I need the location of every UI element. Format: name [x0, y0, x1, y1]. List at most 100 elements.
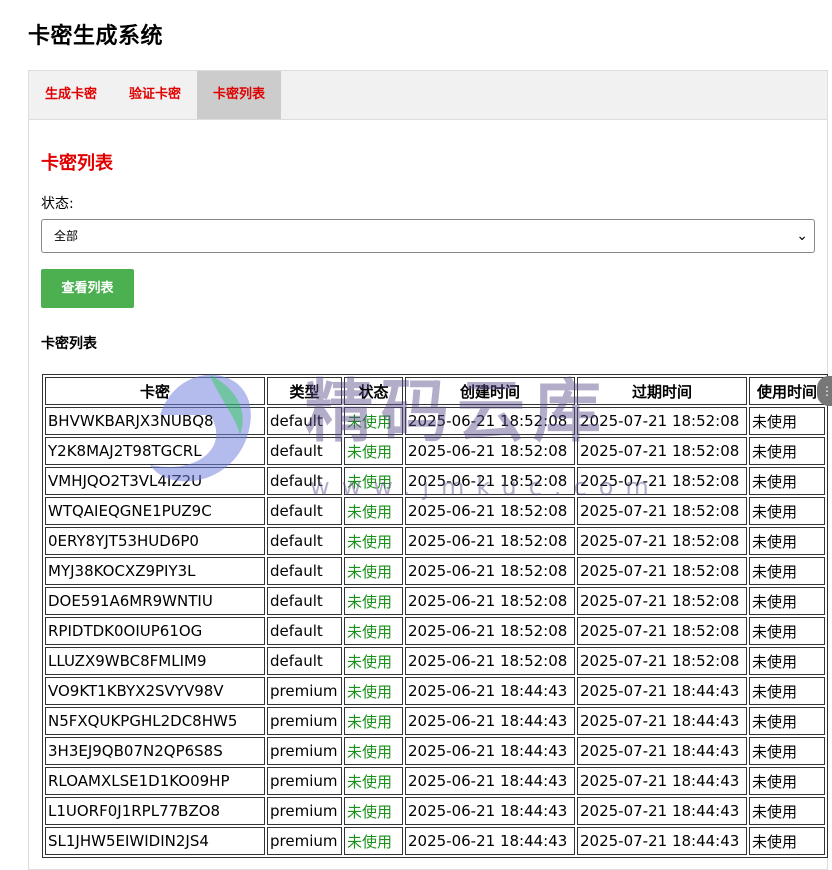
- cell-used: 未使用: [749, 677, 825, 705]
- header-created: 创建时间: [405, 377, 575, 405]
- tab-verify[interactable]: 验证卡密: [113, 71, 197, 119]
- cell-status: 未使用: [344, 527, 403, 555]
- cell-used: 未使用: [749, 497, 825, 525]
- cell-card-code: RLOAMXLSE1D1KO09HP: [45, 767, 265, 795]
- table-row: WTQAIEQGNE1PUZ9C default 未使用 2025-06-21 18:…: [45, 497, 825, 525]
- cell-status: 未使用: [344, 557, 403, 585]
- cell-expires: 2025-07-21 18:44:43: [577, 767, 747, 795]
- cell-created: 2025-06-21 18:44:43: [405, 797, 575, 825]
- cell-used: 未使用: [749, 647, 825, 675]
- table-row: RPIDTDK0OIUP61OG default 未使用 2025-06-21 18:…: [45, 617, 825, 645]
- cell-type: default: [267, 497, 342, 525]
- cell-type: default: [267, 647, 342, 675]
- cell-type: premium: [267, 737, 342, 765]
- cell-created: 2025-06-21 18:44:43: [405, 707, 575, 735]
- cell-used: 未使用: [749, 557, 825, 585]
- tab-bar: 生成卡密 验证卡密 卡密列表: [29, 71, 827, 120]
- cell-type: default: [267, 617, 342, 645]
- cell-type: premium: [267, 827, 342, 855]
- cell-status: 未使用: [344, 707, 403, 735]
- status-select[interactable]: 全部 ⌄: [41, 219, 815, 253]
- table-row: SL1JHW5EIWIDIN2JS4 premium 未使用 2025-06-21 1…: [45, 827, 825, 855]
- cell-expires: 2025-07-21 18:52:08: [577, 557, 747, 585]
- cell-created: 2025-06-21 18:52:08: [405, 497, 575, 525]
- cell-used: 未使用: [749, 827, 825, 855]
- cell-expires: 2025-07-21 18:52:08: [577, 617, 747, 645]
- cell-card-code: VO9KT1KBYX2SVYV98V: [45, 677, 265, 705]
- cell-card-code: 3H3EJ9QB07N2QP6S8S: [45, 737, 265, 765]
- cell-card-code: SL1JHW5EIWIDIN2JS4: [45, 827, 265, 855]
- header-card: 卡密: [45, 377, 265, 405]
- cell-status: 未使用: [344, 737, 403, 765]
- cell-created: 2025-06-21 18:52:08: [405, 467, 575, 495]
- cell-expires: 2025-07-21 18:44:43: [577, 797, 747, 825]
- cell-expires: 2025-07-21 18:52:08: [577, 587, 747, 615]
- view-list-button[interactable]: 查看列表: [41, 269, 134, 308]
- cell-used: 未使用: [749, 707, 825, 735]
- status-select-value: 全部: [54, 229, 79, 243]
- cell-created: 2025-06-21 18:44:43: [405, 767, 575, 795]
- cell-expires: 2025-07-21 18:52:08: [577, 527, 747, 555]
- table-row: 3H3EJ9QB07N2QP6S8S premium 未使用 2025-06-21 1…: [45, 737, 825, 765]
- cell-card-code: WTQAIEQGNE1PUZ9C: [45, 497, 265, 525]
- cell-created: 2025-06-21 18:52:08: [405, 437, 575, 465]
- table-row: VO9KT1KBYX2SVYV98V premium 未使用 2025-06-21 1…: [45, 677, 825, 705]
- cell-type: default: [267, 557, 342, 585]
- cell-type: premium: [267, 767, 342, 795]
- cell-card-code: Y2K8MAJ2T98TGCRL: [45, 437, 265, 465]
- cell-card-code: BHVWKBARJX3NUBQ8: [45, 407, 265, 435]
- header-type: 类型: [267, 377, 342, 405]
- cell-status: 未使用: [344, 587, 403, 615]
- cell-expires: 2025-07-21 18:44:43: [577, 707, 747, 735]
- table-row: L1UORF0J1RPL77BZO8 premium 未使用 2025-06-21 1…: [45, 797, 825, 825]
- tab-generate[interactable]: 生成卡密: [29, 71, 113, 119]
- cell-expires: 2025-07-21 18:52:08: [577, 467, 747, 495]
- cell-created: 2025-06-21 18:52:08: [405, 617, 575, 645]
- cell-expires: 2025-07-21 18:44:43: [577, 677, 747, 705]
- cell-status: 未使用: [344, 647, 403, 675]
- page-title: 卡密生成系统: [28, 24, 164, 49]
- table-row: LLUZX9WBC8FMLIM9 default 未使用 2025-06-21 18:…: [45, 647, 825, 675]
- cell-card-code: MYJ38KOCXZ9PIY3L: [45, 557, 265, 585]
- cell-used: 未使用: [749, 527, 825, 555]
- tab-list[interactable]: 卡密列表: [197, 71, 282, 119]
- card-table: 卡密 类型 状态 创建时间 过期时间 使用时间 BHVWKBARJX3NUBQ8…: [42, 374, 828, 858]
- cell-type: premium: [267, 677, 342, 705]
- header-expires: 过期时间: [577, 377, 747, 405]
- cell-status: 未使用: [344, 437, 403, 465]
- cell-created: 2025-06-21 18:52:08: [405, 557, 575, 585]
- cell-expires: 2025-07-21 18:44:43: [577, 737, 747, 765]
- cell-used: 未使用: [749, 617, 825, 645]
- cell-status: 未使用: [344, 407, 403, 435]
- cell-type: default: [267, 467, 342, 495]
- table-row: Y2K8MAJ2T98TGCRL default 未使用 2025-06-21 18:…: [45, 437, 825, 465]
- cell-created: 2025-06-21 18:52:08: [405, 587, 575, 615]
- table-row: N5FXQUKPGHL2DC8HW5 premium 未使用 2025-06-21 1…: [45, 707, 825, 735]
- list-title: 卡密列表: [41, 336, 97, 352]
- table-row: DOE591A6MR9WNTIU default 未使用 2025-06-21 18:…: [45, 587, 825, 615]
- table-header-row: 卡密 类型 状态 创建时间 过期时间 使用时间: [45, 377, 825, 405]
- side-toggle-icon[interactable]: ⋮: [817, 376, 832, 406]
- cell-used: 未使用: [749, 767, 825, 795]
- cell-type: premium: [267, 797, 342, 825]
- cell-expires: 2025-07-21 18:52:08: [577, 437, 747, 465]
- cell-type: premium: [267, 707, 342, 735]
- header-status: 状态: [344, 377, 403, 405]
- cell-expires: 2025-07-21 18:52:08: [577, 407, 747, 435]
- table-row: 0ERY8YJT53HUD6P0 default 未使用 2025-06-21 18:…: [45, 527, 825, 555]
- cell-type: default: [267, 527, 342, 555]
- cell-card-code: 0ERY8YJT53HUD6P0: [45, 527, 265, 555]
- cell-used: 未使用: [749, 407, 825, 435]
- cell-created: 2025-06-21 18:44:43: [405, 677, 575, 705]
- cell-expires: 2025-07-21 18:52:08: [577, 497, 747, 525]
- cell-card-code: VMHJQO2T3VL4IZ2U: [45, 467, 265, 495]
- header-used: 使用时间: [749, 377, 825, 405]
- cell-card-code: L1UORF0J1RPL77BZO8: [45, 797, 265, 825]
- cell-type: default: [267, 407, 342, 435]
- cell-used: 未使用: [749, 587, 825, 615]
- cell-card-code: LLUZX9WBC8FMLIM9: [45, 647, 265, 675]
- cell-created: 2025-06-21 18:44:43: [405, 827, 575, 855]
- cell-card-code: N5FXQUKPGHL2DC8HW5: [45, 707, 265, 735]
- section-title: 卡密列表: [41, 153, 113, 174]
- status-label: 状态:: [41, 196, 74, 212]
